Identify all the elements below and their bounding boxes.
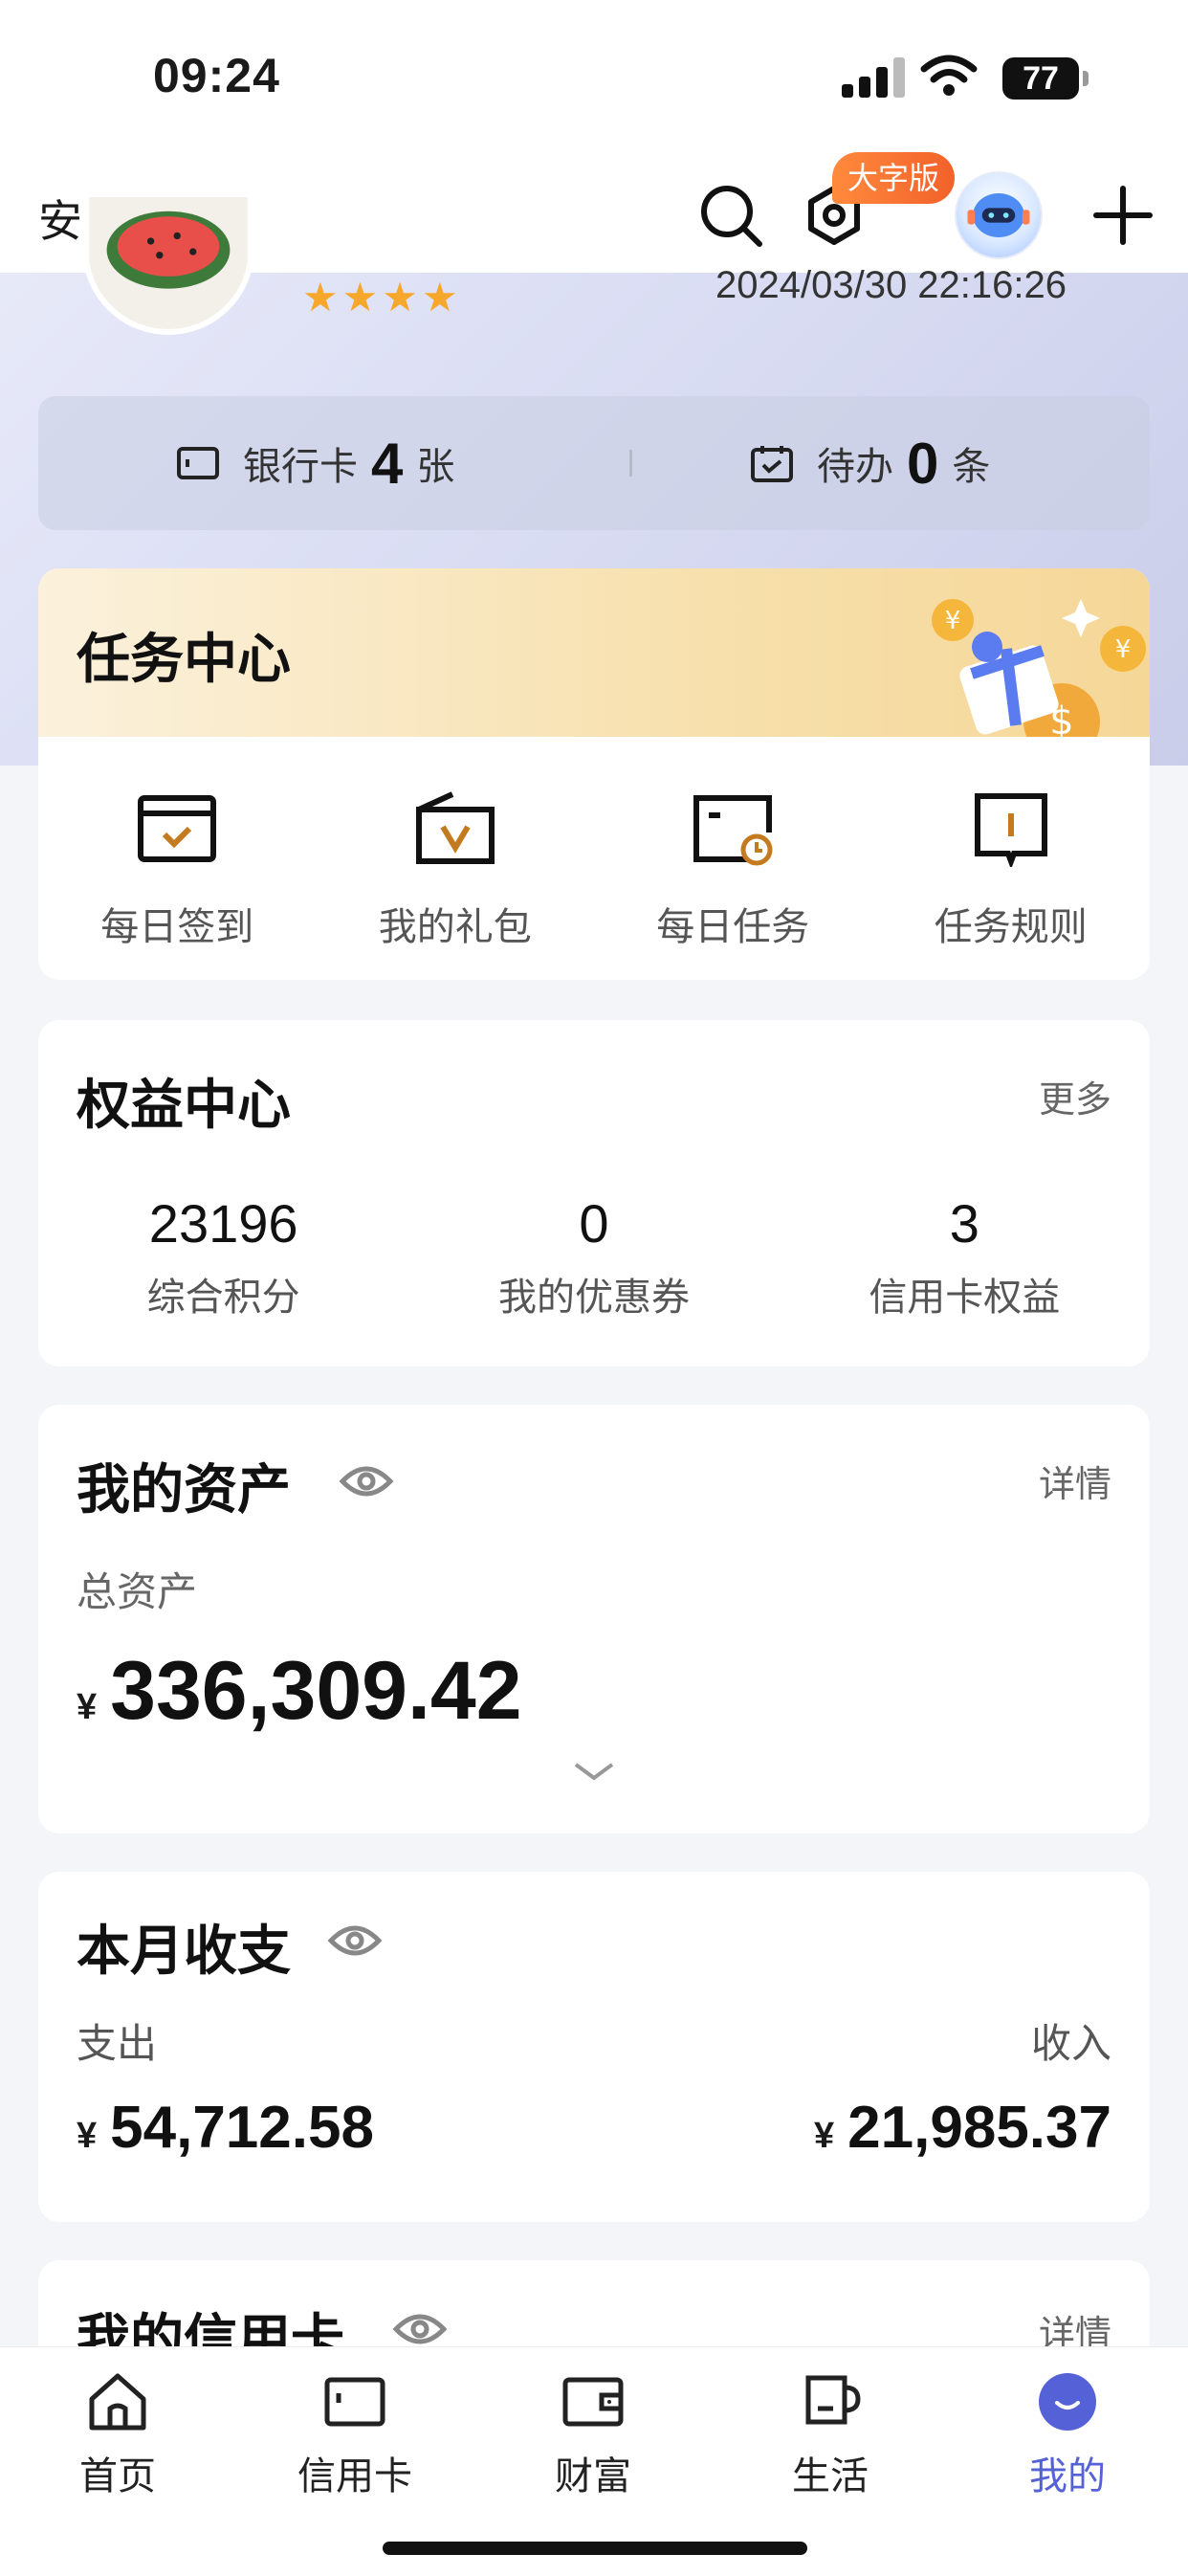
monthly-income-expense-card: 本月收支 支出 收入 ¥ 54,712.58 ¥ 21,985.37 bbox=[38, 1872, 1150, 2222]
points-stat[interactable]: 23196 综合积分 bbox=[38, 1192, 408, 1321]
task-daily-task[interactable]: 每日任务 bbox=[594, 737, 872, 976]
bank-card-label: 银行卡 bbox=[243, 445, 358, 489]
expense-label: 支出 bbox=[77, 2020, 158, 2067]
expense-amount: ¥ 54,712.58 bbox=[77, 2094, 374, 2162]
task-rules-label: 任务规则 bbox=[934, 905, 1088, 949]
coupons-stat[interactable]: 0 我的优惠券 bbox=[408, 1192, 779, 1321]
chevron-down-icon[interactable] bbox=[572, 1761, 616, 1784]
bank-card-count[interactable]: 银行卡 4 张 bbox=[176, 431, 455, 496]
task-daily-checkin-label: 每日签到 bbox=[100, 905, 254, 949]
task-daily-task-label: 每日任务 bbox=[656, 905, 810, 949]
tab-credit-card-label: 信用卡 bbox=[297, 2454, 412, 2498]
cellular-signal-icon bbox=[842, 57, 905, 98]
task-my-gift-label: 我的礼包 bbox=[378, 905, 532, 949]
currency-symbol: ¥ bbox=[77, 2116, 98, 2156]
points-value: 23196 bbox=[148, 1193, 298, 1254]
income-label: 收入 bbox=[1030, 2020, 1111, 2067]
todo-label: 待办 bbox=[817, 445, 893, 489]
profile-icon bbox=[1039, 2373, 1096, 2431]
tab-home-label: 首页 bbox=[79, 2454, 156, 2498]
wallet-icon bbox=[562, 2377, 624, 2427]
tab-life-label: 生活 bbox=[792, 2454, 869, 2498]
visibility-eye-icon[interactable] bbox=[339, 1462, 394, 1500]
task-my-gift[interactable]: 我的礼包 bbox=[317, 737, 595, 976]
todo-number: 0 bbox=[907, 431, 939, 496]
task-center-header[interactable]: 任务中心 ¥ ¥ $ bbox=[38, 568, 1150, 737]
bank-card-number: 4 bbox=[371, 431, 404, 496]
tab-mine-label: 我的 bbox=[1029, 2454, 1106, 2498]
points-label: 综合积分 bbox=[146, 1276, 300, 1320]
home-icon bbox=[89, 2373, 146, 2431]
visibility-eye-icon[interactable] bbox=[392, 2310, 448, 2348]
task-center-card: 任务中心 ¥ ¥ $ 每日签到 我的礼包 每日任务 任务规则 bbox=[38, 568, 1150, 980]
assets-detail-link[interactable]: 详情 bbox=[1039, 1455, 1111, 1507]
total-assets-value: 336,309.42 bbox=[110, 1645, 522, 1737]
gift-bag-icon bbox=[415, 791, 495, 864]
my-assets-card: 我的资产 详情 总资产 ¥ 336,309.42 bbox=[38, 1405, 1150, 1833]
coupons-value: 0 bbox=[579, 1193, 609, 1254]
add-icon[interactable] bbox=[1085, 177, 1161, 254]
assistant-robot-icon[interactable] bbox=[955, 171, 1043, 259]
coupons-label: 我的优惠券 bbox=[497, 1276, 690, 1320]
wifi-icon bbox=[920, 55, 978, 96]
tab-mine[interactable]: 我的 bbox=[981, 2370, 1154, 2500]
tab-credit-card[interactable]: 信用卡 bbox=[269, 2370, 441, 2500]
currency-symbol: ¥ bbox=[814, 2116, 835, 2156]
member-level-stars: ★★★★ bbox=[302, 274, 462, 321]
last-login-time: 2024/03/30 22:16:26 bbox=[715, 264, 1067, 306]
income-amount: ¥ 21,985.37 bbox=[814, 2094, 1111, 2162]
task-daily-checkin[interactable]: 每日签到 bbox=[38, 737, 317, 976]
bank-card-icon bbox=[177, 447, 219, 479]
task-clock-icon bbox=[693, 795, 773, 866]
tab-wealth-label: 财富 bbox=[555, 2454, 631, 2498]
tab-wealth[interactable]: 财富 bbox=[507, 2370, 679, 2500]
benefits-center-title: 权益中心 bbox=[77, 1075, 291, 1137]
task-rules[interactable]: 任务规则 bbox=[872, 737, 1151, 976]
visibility-eye-icon[interactable] bbox=[327, 1921, 383, 1960]
calendar-check-icon bbox=[138, 795, 217, 862]
rule-book-icon bbox=[974, 793, 1047, 867]
account-summary-strip: 银行卡 4 张 待办 0 条 bbox=[38, 396, 1150, 530]
svg-text:¥: ¥ bbox=[1115, 635, 1132, 664]
monthly-title: 本月收支 bbox=[77, 1921, 291, 1983]
todo-unit: 条 bbox=[952, 445, 991, 489]
tab-home[interactable]: 首页 bbox=[32, 2370, 204, 2500]
todo-calendar-icon bbox=[751, 446, 793, 482]
cup-icon bbox=[805, 2375, 861, 2425]
large-font-badge[interactable]: 大字版 bbox=[832, 152, 956, 204]
benefits-stats: 23196 综合积分 0 我的优惠券 3 信用卡权益 bbox=[38, 1192, 1150, 1321]
expense-value: 54,712.58 bbox=[110, 2095, 374, 2161]
status-time: 09:24 bbox=[153, 49, 280, 102]
task-center-title: 任务中心 bbox=[77, 629, 291, 691]
bank-card-unit: 张 bbox=[416, 445, 455, 489]
battery-icon: 77 bbox=[1002, 57, 1089, 100]
total-assets-label: 总资产 bbox=[77, 1568, 198, 1615]
credit-benefits-label: 信用卡权益 bbox=[869, 1276, 1061, 1320]
todo-count[interactable]: 待办 0 条 bbox=[750, 431, 991, 496]
home-indicator bbox=[383, 2542, 807, 2555]
my-assets-title: 我的资产 bbox=[77, 1459, 291, 1521]
status-bar: 09:24 77 bbox=[0, 0, 1188, 158]
task-center-grid: 每日签到 我的礼包 每日任务 任务规则 bbox=[38, 737, 1150, 976]
total-assets: ¥ 336,309.42 bbox=[77, 1644, 522, 1739]
currency-symbol: ¥ bbox=[77, 1687, 98, 1727]
benefits-center-card: 权益中心 更多 23196 综合积分 0 我的优惠券 3 信用卡权益 bbox=[38, 1020, 1150, 1366]
credit-benefits-value: 3 bbox=[949, 1193, 979, 1254]
summary-divider bbox=[629, 450, 632, 477]
tab-life[interactable]: 生活 bbox=[744, 2370, 916, 2500]
credit-benefits-stat[interactable]: 3 信用卡权益 bbox=[780, 1192, 1150, 1321]
income-value: 21,985.37 bbox=[847, 2095, 1111, 2161]
search-icon[interactable] bbox=[693, 177, 769, 254]
benefits-more-link[interactable]: 更多 bbox=[1039, 1070, 1111, 1122]
credit-card-icon bbox=[324, 2377, 385, 2427]
svg-text:¥: ¥ bbox=[945, 607, 961, 635]
gift-coins-illustration: ¥ ¥ $ bbox=[932, 599, 1146, 737]
